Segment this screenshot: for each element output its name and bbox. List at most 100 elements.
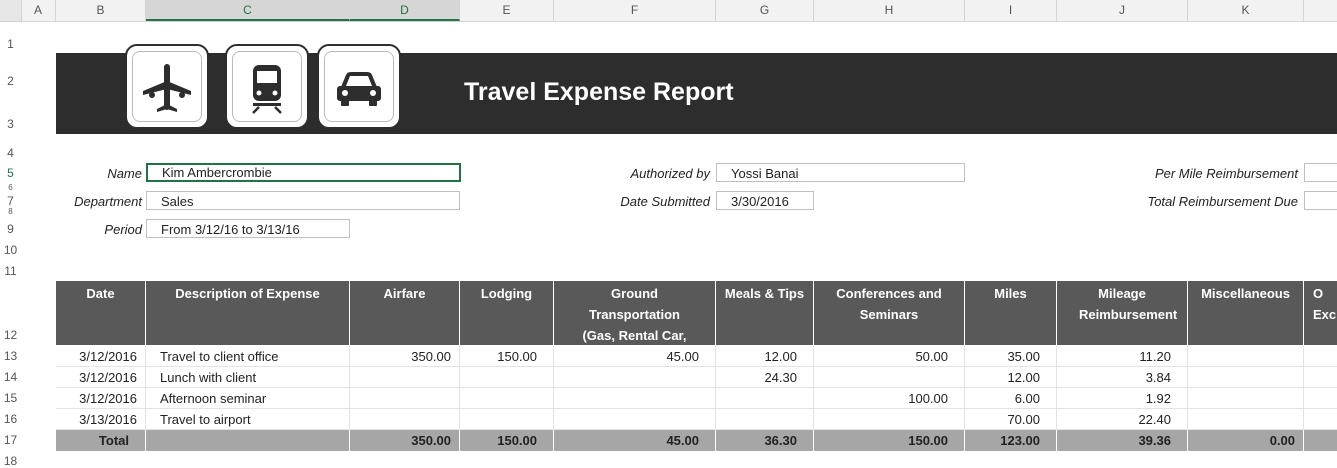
cell-lodging[interactable] — [460, 409, 554, 430]
col-header-j[interactable]: J — [1057, 0, 1188, 21]
cell-meals[interactable]: 12.00 — [716, 346, 814, 367]
header-conferences[interactable]: Conferences and Seminars — [814, 281, 965, 345]
col-header-f[interactable]: F — [554, 0, 716, 21]
cell-date[interactable]: 3/13/2016 — [56, 409, 146, 430]
col-header-g[interactable]: G — [716, 0, 814, 21]
col-header-a[interactable]: A — [21, 0, 56, 21]
header-other-exchange[interactable]: O Exch — [1304, 281, 1337, 345]
period-field[interactable]: From 3/12/16 to 3/13/16 — [146, 219, 350, 238]
cell-miles[interactable]: 6.00 — [965, 388, 1057, 409]
cell-meals[interactable] — [716, 388, 814, 409]
cell-misc[interactable] — [1188, 409, 1304, 430]
row-header-9[interactable]: 9 — [0, 222, 21, 236]
cell-misc[interactable] — [1188, 367, 1304, 388]
cell-description[interactable]: Lunch with client — [146, 367, 350, 388]
header-description[interactable]: Description of Expense — [146, 281, 350, 345]
total-description[interactable] — [146, 430, 350, 451]
cell-other[interactable] — [1304, 388, 1337, 409]
row-header-17[interactable]: 17 — [0, 433, 21, 447]
total-lodging[interactable]: 150.00 — [460, 430, 554, 451]
col-header-b[interactable]: B — [56, 0, 146, 21]
total-mileage[interactable]: 39.36 — [1057, 430, 1188, 451]
cell-description[interactable]: Travel to client office — [146, 346, 350, 367]
row-header-16[interactable]: 16 — [0, 412, 21, 426]
cell-conferences[interactable] — [814, 367, 965, 388]
row-header-11[interactable]: 11 — [0, 264, 21, 278]
col-header-k[interactable]: K — [1188, 0, 1304, 21]
col-header-i[interactable]: I — [965, 0, 1057, 21]
cell-mileage[interactable]: 3.84 — [1057, 367, 1188, 388]
cell-ground[interactable] — [554, 409, 716, 430]
cell-airfare[interactable] — [350, 409, 460, 430]
per-mile-field[interactable] — [1304, 163, 1337, 182]
cell-date[interactable]: 3/12/2016 — [56, 388, 146, 409]
cell-other[interactable] — [1304, 367, 1337, 388]
row-header-10[interactable]: 10 — [0, 243, 21, 257]
department-field[interactable]: Sales — [146, 191, 460, 210]
cell-miles[interactable]: 12.00 — [965, 367, 1057, 388]
total-label[interactable]: Total — [56, 430, 146, 451]
cell-lodging[interactable]: 150.00 — [460, 346, 554, 367]
cell-description[interactable]: Afternoon seminar — [146, 388, 350, 409]
col-header-h[interactable]: H — [814, 0, 965, 21]
date-submitted-field[interactable]: 3/30/2016 — [716, 191, 814, 210]
total-due-field[interactable] — [1304, 191, 1337, 210]
row-header-7[interactable]: 7 — [0, 194, 21, 208]
cell-mileage[interactable]: 1.92 — [1057, 388, 1188, 409]
row-header-4[interactable]: 4 — [0, 146, 21, 160]
cell-conferences[interactable] — [814, 409, 965, 430]
cell-mileage[interactable]: 22.40 — [1057, 409, 1188, 430]
authorized-field[interactable]: Yossi Banai — [716, 163, 965, 182]
header-ground-transportation[interactable]: Ground Transportation (Gas, Rental Car, … — [554, 281, 716, 364]
cell-conferences[interactable]: 100.00 — [814, 388, 965, 409]
cell-conferences[interactable]: 50.00 — [814, 346, 965, 367]
total-conferences[interactable]: 150.00 — [814, 430, 965, 451]
cell-airfare[interactable] — [350, 367, 460, 388]
cell-lodging[interactable] — [460, 367, 554, 388]
row-header-5[interactable]: 5 — [0, 166, 21, 180]
name-field[interactable]: Kim Ambercrombie — [146, 163, 461, 182]
row-header-13[interactable]: 13 — [0, 349, 21, 363]
total-misc[interactable]: 0.00 — [1188, 430, 1304, 451]
total-meals[interactable]: 36.30 — [716, 430, 814, 451]
header-meals-tips[interactable]: Meals & Tips — [716, 281, 814, 345]
cell-mileage[interactable]: 11.20 — [1057, 346, 1188, 367]
row-header-8[interactable]: 8 — [0, 207, 21, 216]
row-header-14[interactable]: 14 — [0, 370, 21, 384]
row-header-15[interactable]: 15 — [0, 391, 21, 405]
cell-meals[interactable]: 24.30 — [716, 367, 814, 388]
cell-other[interactable] — [1304, 409, 1337, 430]
cell-date[interactable]: 3/12/2016 — [56, 346, 146, 367]
header-lodging[interactable]: Lodging — [460, 281, 554, 345]
cell-ground[interactable]: 45.00 — [554, 346, 716, 367]
row-header-1[interactable]: 1 — [0, 37, 21, 51]
cell-meals[interactable] — [716, 409, 814, 430]
total-other[interactable] — [1304, 430, 1337, 451]
cell-airfare[interactable] — [350, 388, 460, 409]
header-airfare[interactable]: Airfare — [350, 281, 460, 345]
cell-airfare[interactable]: 350.00 — [350, 346, 460, 367]
cell-description[interactable]: Travel to airport — [146, 409, 350, 430]
cell-date[interactable]: 3/12/2016 — [56, 367, 146, 388]
cell-miles[interactable]: 35.00 — [965, 346, 1057, 367]
header-miles[interactable]: Miles — [965, 281, 1057, 345]
cell-ground[interactable] — [554, 388, 716, 409]
header-date[interactable]: Date — [56, 281, 146, 345]
row-header-2[interactable]: 2 — [0, 74, 21, 88]
total-miles[interactable]: 123.00 — [965, 430, 1057, 451]
row-header-3[interactable]: 3 — [0, 117, 21, 131]
cell-lodging[interactable] — [460, 388, 554, 409]
cell-misc[interactable] — [1188, 346, 1304, 367]
select-all-corner[interactable] — [0, 0, 22, 21]
row-header-6[interactable]: 6 — [0, 183, 21, 192]
col-header-e[interactable]: E — [460, 0, 554, 21]
cell-other[interactable] — [1304, 346, 1337, 367]
cell-misc[interactable] — [1188, 388, 1304, 409]
total-airfare[interactable]: 350.00 — [350, 430, 460, 451]
cell-ground[interactable] — [554, 367, 716, 388]
col-header-c[interactable]: C — [146, 0, 350, 21]
row-header-18[interactable]: 18 — [0, 454, 21, 468]
cell-miles[interactable]: 70.00 — [965, 409, 1057, 430]
total-ground[interactable]: 45.00 — [554, 430, 716, 451]
col-header-d[interactable]: D — [350, 0, 460, 21]
